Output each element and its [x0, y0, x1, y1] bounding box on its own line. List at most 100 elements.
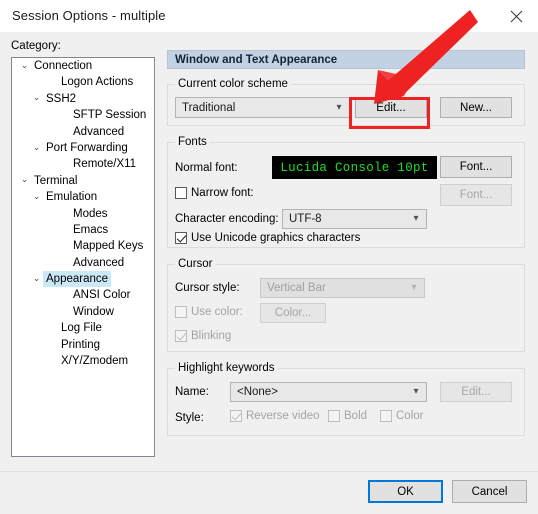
- tree-item-label: Window: [73, 305, 114, 318]
- character-encoding-value: UTF-8: [289, 213, 322, 225]
- tree-item-mapped-keys[interactable]: Mapped Keys: [12, 238, 154, 254]
- blinking-checkbox-row: Blinking: [175, 330, 231, 342]
- ok-button[interactable]: OK: [368, 480, 443, 503]
- normal-font-preview: Lucida Console 10pt: [272, 156, 437, 179]
- category-tree[interactable]: ⌄ Connection Logon Actions ⌄ SSH2 SFTP Sessio…: [11, 57, 155, 457]
- narrow-font-checkbox[interactable]: [175, 187, 187, 199]
- unicode-graphics-label: Use Unicode graphics characters: [191, 232, 361, 244]
- use-color-label: Use color:: [191, 306, 243, 318]
- tree-item-label: SFTP Session: [73, 109, 147, 122]
- tree-item-label: Log File: [61, 322, 102, 335]
- tree-item-emulation[interactable]: ⌄ Emulation: [12, 189, 154, 205]
- title-bar: Session Options - multiple: [0, 0, 538, 33]
- tree-item-advanced[interactable]: Advanced: [12, 255, 154, 271]
- reverse-video-label: Reverse video: [246, 410, 320, 422]
- color-checkbox-row: Color: [380, 410, 423, 422]
- dialog-body: Category: ⌄ Connection Logon Actions ⌄ SSH2 S…: [0, 32, 538, 471]
- cursor-color-button: Color...: [260, 303, 326, 323]
- color-scheme-combo[interactable]: Traditional ▾: [175, 97, 350, 118]
- tree-item-port-forwarding[interactable]: ⌄ Port Forwarding: [12, 140, 154, 156]
- blinking-checkbox: [175, 330, 187, 342]
- window-title: Session Options - multiple: [12, 8, 166, 23]
- narrow-font-button: Font...: [440, 184, 512, 206]
- normal-font-label: Normal font:: [175, 162, 238, 174]
- fonts-legend: Fonts: [175, 136, 210, 148]
- tree-item-label: Emacs: [73, 223, 109, 236]
- edit-color-scheme-button[interactable]: Edit...: [355, 97, 427, 118]
- chevron-down-icon: ▾: [413, 386, 419, 397]
- tree-item-label: ANSI Color: [73, 289, 131, 302]
- narrow-font-label: Narrow font:: [191, 187, 254, 199]
- tree-item-sftp-session[interactable]: SFTP Session: [12, 107, 154, 123]
- fonts-group: Fonts Normal font: Lucida Console 10pt F…: [167, 136, 525, 248]
- reverse-video-checkbox: [230, 410, 242, 422]
- tree-item-window[interactable]: Window: [12, 304, 154, 320]
- bold-checkbox-row: Bold: [328, 410, 367, 422]
- chevron-expanded-icon[interactable]: ⌄: [30, 142, 43, 152]
- narrow-font-checkbox-row[interactable]: Narrow font:: [175, 187, 254, 199]
- tree-item-terminal[interactable]: ⌄ Terminal: [12, 173, 154, 189]
- chevron-expanded-icon[interactable]: ⌄: [30, 273, 43, 283]
- settings-pane: Window and Text Appearance Current color…: [167, 50, 527, 457]
- color-scheme-value: Traditional: [182, 101, 236, 114]
- bold-checkbox: [328, 410, 340, 422]
- highlight-name-combo[interactable]: <None> ▾: [230, 382, 427, 402]
- tree-item-label: Modes: [73, 207, 108, 220]
- dialog-footer: OK Cancel: [0, 471, 538, 514]
- unicode-graphics-checkbox-row[interactable]: Use Unicode graphics characters: [175, 232, 360, 244]
- tree-item-advanced[interactable]: Advanced: [12, 124, 154, 140]
- tree-item-label: Advanced: [73, 125, 125, 138]
- tree-item-label: Logon Actions: [61, 76, 134, 89]
- chevron-expanded-icon[interactable]: ⌄: [30, 93, 43, 102]
- tree-item-ssh2[interactable]: ⌄ SSH2: [12, 91, 154, 107]
- use-color-checkbox-row: Use color:: [175, 306, 243, 318]
- category-label: Category:: [11, 40, 61, 52]
- tree-item-remote-x11[interactable]: Remote/X11: [12, 156, 154, 172]
- tree-item-printing[interactable]: Printing: [12, 337, 154, 353]
- normal-font-button[interactable]: Font...: [440, 156, 512, 178]
- close-icon[interactable]: [494, 0, 538, 32]
- blinking-label: Blinking: [191, 330, 232, 342]
- pane-header: Window and Text Appearance: [167, 50, 525, 69]
- highlight-edit-button: Edit...: [440, 382, 512, 402]
- new-color-scheme-button[interactable]: New...: [440, 97, 512, 118]
- tree-item-label: Advanced: [73, 256, 125, 269]
- chevron-down-icon: ▾: [413, 213, 419, 224]
- cursor-style-combo: Vertical Bar ▾: [260, 278, 425, 298]
- color-label: Color: [396, 410, 424, 422]
- chevron-expanded-icon[interactable]: ⌄: [30, 191, 43, 201]
- tree-item-label: Printing: [61, 338, 100, 351]
- tree-item-label: Emulation: [46, 191, 98, 204]
- tree-item-label: X/Y/Zmodem: [61, 355, 129, 368]
- tree-item-label: Port Forwarding: [46, 141, 128, 154]
- tree-item-ansi-color[interactable]: ANSI Color: [12, 287, 154, 303]
- cancel-button[interactable]: Cancel: [452, 480, 527, 503]
- use-color-checkbox: [175, 306, 187, 318]
- highlight-name-label: Name:: [175, 386, 209, 398]
- character-encoding-label: Character encoding:: [175, 213, 279, 225]
- tree-item-label: Appearance: [43, 271, 112, 288]
- bold-label: Bold: [344, 410, 368, 422]
- highlight-keywords-group: Highlight keywords Name: <None> ▾ Edit..…: [167, 362, 525, 436]
- tree-item-connection[interactable]: ⌄ Connection: [12, 58, 154, 74]
- color-scheme-group: Current color scheme Traditional ▾ Edit.…: [167, 78, 525, 126]
- highlight-keywords-legend: Highlight keywords: [175, 362, 278, 374]
- tree-item-x-y-zmodem[interactable]: X/Y/Zmodem: [12, 353, 154, 369]
- cursor-legend: Cursor: [175, 258, 216, 270]
- tree-item-emacs[interactable]: Emacs: [12, 222, 154, 238]
- chevron-expanded-icon[interactable]: ⌄: [18, 175, 31, 184]
- cursor-style-label: Cursor style:: [175, 282, 240, 294]
- color-scheme-legend: Current color scheme: [175, 78, 291, 90]
- cursor-style-value: Vertical Bar: [267, 282, 326, 294]
- highlight-name-value: <None>: [237, 386, 278, 398]
- highlight-style-label: Style:: [175, 412, 204, 424]
- tree-item-log-file[interactable]: Log File: [12, 320, 154, 336]
- tree-item-appearance[interactable]: ⌄ Appearance: [12, 271, 154, 288]
- unicode-graphics-checkbox[interactable]: [175, 232, 187, 244]
- chevron-expanded-icon[interactable]: ⌄: [18, 60, 31, 70]
- color-checkbox: [380, 410, 392, 422]
- chevron-down-icon: ▾: [336, 101, 342, 113]
- character-encoding-combo[interactable]: UTF-8 ▾: [282, 209, 427, 229]
- tree-item-logon-actions[interactable]: Logon Actions: [12, 74, 154, 90]
- tree-item-modes[interactable]: Modes: [12, 206, 154, 222]
